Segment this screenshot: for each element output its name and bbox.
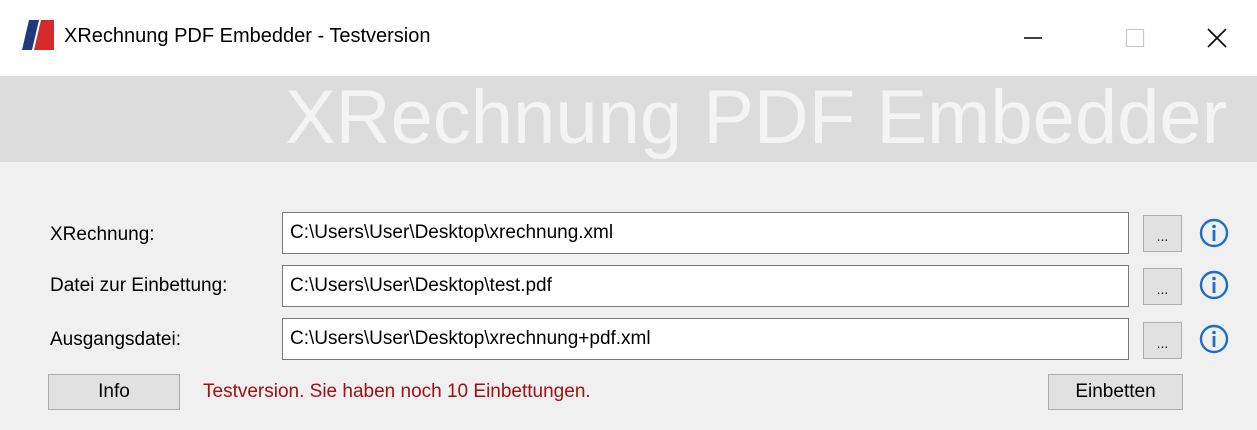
title-bar[interactable]: XRechnung PDF Embedder - Testversion xyxy=(0,0,1257,76)
xrechnung-label: XRechnung: xyxy=(50,224,155,245)
app-logo-icon xyxy=(22,20,54,50)
output-file-path-input[interactable] xyxy=(282,318,1129,360)
embed-file-path-input[interactable] xyxy=(282,265,1129,307)
info-button[interactable]: Info xyxy=(48,374,180,410)
xrechnung-info-icon[interactable] xyxy=(1198,217,1230,249)
xrechnung-browse-button[interactable]: ... xyxy=(1143,215,1182,252)
maximize-icon xyxy=(1125,28,1145,48)
header-banner: XRechnung PDF Embedder xyxy=(0,76,1257,162)
maximize-button[interactable] xyxy=(1089,0,1181,76)
close-icon xyxy=(1207,28,1227,48)
embed-button[interactable]: Einbetten xyxy=(1048,374,1183,410)
embed-file-browse-button[interactable]: ... xyxy=(1143,268,1182,305)
window-title: XRechnung PDF Embedder - Testversion xyxy=(64,25,431,47)
banner-title: XRechnung PDF Embedder xyxy=(284,76,1227,160)
minimize-button[interactable] xyxy=(987,0,1079,76)
xrechnung-path-input[interactable] xyxy=(282,212,1129,254)
minimize-icon xyxy=(1024,37,1042,39)
output-file-info-icon[interactable] xyxy=(1198,323,1230,355)
embed-file-info-icon[interactable] xyxy=(1198,269,1230,301)
close-button[interactable] xyxy=(1171,0,1257,76)
output-file-label: Ausgangsdatei: xyxy=(50,329,181,350)
embed-file-label: Datei zur Einbettung: xyxy=(50,275,228,296)
app-window: XRechnung PDF Embedder - Testversion XRe… xyxy=(0,0,1257,430)
output-file-browse-button[interactable]: ... xyxy=(1143,322,1182,359)
trial-status-text: Testversion. Sie haben noch 10 Einbettun… xyxy=(203,381,591,402)
